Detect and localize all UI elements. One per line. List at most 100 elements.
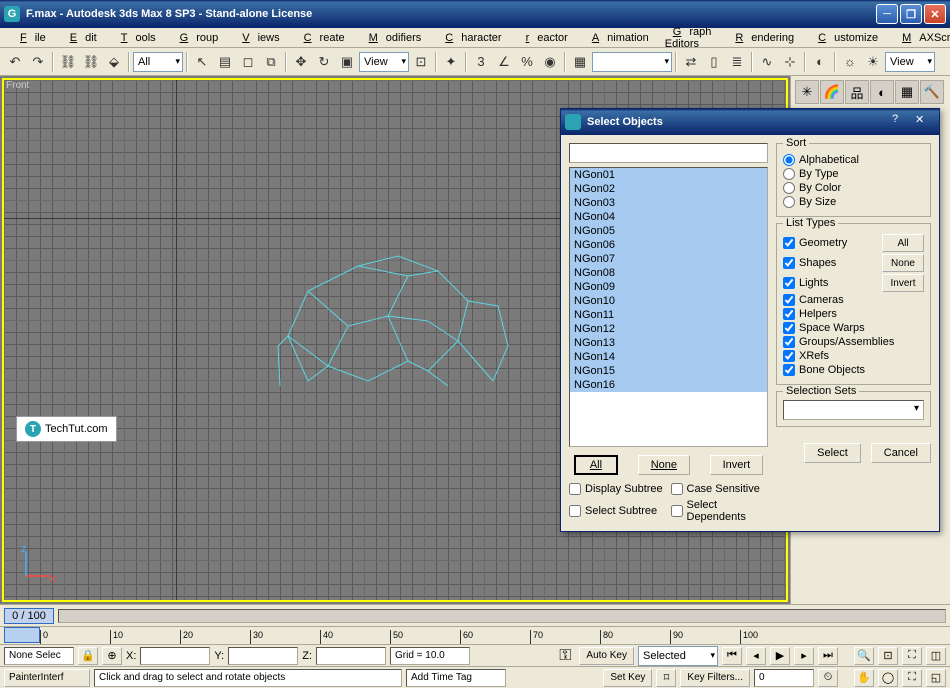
select-button[interactable]: ↖ <box>191 51 213 73</box>
zoom-button[interactable]: 🔍 <box>854 647 874 665</box>
schematic-button[interactable]: ⊹ <box>779 51 801 73</box>
maximize-button[interactable]: ❐ <box>900 4 922 24</box>
select-name-button[interactable]: ▤ <box>214 51 236 73</box>
render-preset-combo[interactable]: View <box>885 52 935 72</box>
zoom-extents-button[interactable]: ⛶ <box>902 647 922 665</box>
next-frame-button[interactable]: ▸ <box>794 647 814 665</box>
mirror-button[interactable]: ⇄ <box>680 51 702 73</box>
move-button[interactable]: ✥ <box>290 51 312 73</box>
menu-file[interactable]: File <box>4 30 54 46</box>
unlink-button[interactable]: ⛓ <box>80 51 102 73</box>
select-dependents-check[interactable]: Select Dependents <box>671 499 769 523</box>
menu-modifiers[interactable]: Modifiers <box>353 30 430 46</box>
transform-type-button[interactable]: ⊕ <box>102 647 122 665</box>
layers-button[interactable]: ≣ <box>726 51 748 73</box>
selection-name-field[interactable]: None Selec <box>4 647 74 665</box>
sort-color-radio[interactable]: By Color <box>783 182 924 194</box>
menu-reactor[interactable]: reactor <box>510 30 576 46</box>
time-scrubber[interactable]: 0 / 100 <box>4 608 54 624</box>
sort-size-radio[interactable]: By Size <box>783 196 924 208</box>
object-item[interactable]: NGon09 <box>570 280 767 294</box>
redo-button[interactable]: ↷ <box>27 51 49 73</box>
list-none-button[interactable]: None <box>638 455 690 475</box>
object-item[interactable]: NGon08 <box>570 266 767 280</box>
timeline-ruler[interactable]: 0102030405060708090100 <box>0 626 950 644</box>
select-region-button[interactable]: ◻ <box>237 51 259 73</box>
lt-groups-check[interactable]: Groups/Assemblies <box>783 336 924 348</box>
time-track[interactable] <box>58 609 946 623</box>
dialog-help-button[interactable]: ? <box>892 113 912 131</box>
rotate-button[interactable]: ↻ <box>313 51 335 73</box>
menu-create[interactable]: Create <box>288 30 353 46</box>
angle-snap-button[interactable]: ∠ <box>493 51 515 73</box>
lt-geometry-check[interactable]: Geometry <box>783 237 847 249</box>
close-button[interactable]: ✕ <box>924 4 946 24</box>
ref-coord-combo[interactable]: View <box>359 52 409 72</box>
key-mode-combo[interactable]: Selected <box>638 646 718 666</box>
lt-all-button[interactable]: All <box>882 234 924 252</box>
case-sensitive-check[interactable]: Case Sensitive <box>671 483 769 495</box>
lt-invert-button[interactable]: Invert <box>882 274 924 292</box>
bind-button[interactable]: ⬙ <box>103 51 125 73</box>
list-invert-button[interactable]: Invert <box>710 455 764 475</box>
render-scene-button[interactable]: ☼ <box>839 51 861 73</box>
object-item[interactable]: NGon04 <box>570 210 767 224</box>
scale-button[interactable]: ▣ <box>336 51 358 73</box>
menu-animation[interactable]: Animation <box>576 30 657 46</box>
lt-spacewarps-check[interactable]: Space Warps <box>783 322 924 334</box>
object-item[interactable]: NGon03 <box>570 196 767 210</box>
object-item[interactable]: NGon13 <box>570 336 767 350</box>
prev-frame-button[interactable]: ◂ <box>746 647 766 665</box>
menu-edit[interactable]: Edit <box>54 30 105 46</box>
menu-graph-editors[interactable]: Graph Editors <box>657 24 720 52</box>
display-subtree-check[interactable]: Display Subtree <box>569 483 667 495</box>
undo-button[interactable]: ↶ <box>4 51 26 73</box>
x-field[interactable] <box>140 647 210 665</box>
object-item[interactable]: NGon15 <box>570 364 767 378</box>
timeline-key[interactable] <box>4 627 40 643</box>
goto-end-button[interactable]: ⏭ <box>818 647 838 665</box>
percent-snap-button[interactable]: % <box>516 51 538 73</box>
sort-alpha-radio[interactable]: Alphabetical <box>783 154 924 166</box>
name-filter-input[interactable] <box>569 143 768 163</box>
menu-customize[interactable]: Customize <box>802 30 886 46</box>
menu-tools[interactable]: Tools <box>105 30 164 46</box>
object-item[interactable]: NGon07 <box>570 252 767 266</box>
cancel-button[interactable]: Cancel <box>871 443 931 463</box>
snap-button[interactable]: 3 <box>470 51 492 73</box>
dialog-close-button[interactable]: ✕ <box>915 113 935 131</box>
object-item[interactable]: NGon01 <box>570 168 767 182</box>
pivot-button[interactable]: ⊡ <box>410 51 432 73</box>
menu-group[interactable]: Group <box>164 30 227 46</box>
menu-views[interactable]: Views <box>226 30 287 46</box>
object-item[interactable]: NGon10 <box>570 294 767 308</box>
sort-type-radio[interactable]: By Type <box>783 168 924 180</box>
display-tab[interactable]: ▦ <box>895 80 919 104</box>
select-subtree-check[interactable]: Select Subtree <box>569 499 667 523</box>
time-slider[interactable]: 0 / 100 <box>0 604 950 626</box>
manipulate-button[interactable]: ✦ <box>440 51 462 73</box>
named-sel-combo[interactable] <box>592 52 672 72</box>
lt-bones-check[interactable]: Bone Objects <box>783 364 924 376</box>
object-item[interactable]: NGon06 <box>570 238 767 252</box>
minimize-button[interactable]: ─ <box>876 4 898 24</box>
lt-shapes-check[interactable]: Shapes <box>783 257 836 269</box>
lt-none-button[interactable]: None <box>882 254 924 272</box>
window-crossing-button[interactable]: ⧉ <box>260 51 282 73</box>
object-item[interactable]: NGon14 <box>570 350 767 364</box>
align-button[interactable]: ▯ <box>703 51 725 73</box>
spinner-snap-button[interactable]: ◉ <box>539 51 561 73</box>
fov-button[interactable]: ◫ <box>926 647 946 665</box>
z-field[interactable] <box>316 647 386 665</box>
y-field[interactable] <box>228 647 298 665</box>
modify-tab[interactable]: 🌈 <box>820 80 844 104</box>
dialog-titlebar[interactable]: Select Objects ? ✕ <box>561 109 939 135</box>
motion-tab[interactable]: ◐ <box>870 80 894 104</box>
link-button[interactable]: ⛓ <box>57 51 79 73</box>
quick-render-button[interactable]: ☀ <box>862 51 884 73</box>
goto-start-button[interactable]: ⏮ <box>722 647 742 665</box>
select-button[interactable]: Select <box>804 443 861 463</box>
material-button[interactable]: ◐ <box>809 51 831 73</box>
curve-editor-button[interactable]: ∿ <box>756 51 778 73</box>
lock-selection-button[interactable]: 🔒 <box>78 647 98 665</box>
